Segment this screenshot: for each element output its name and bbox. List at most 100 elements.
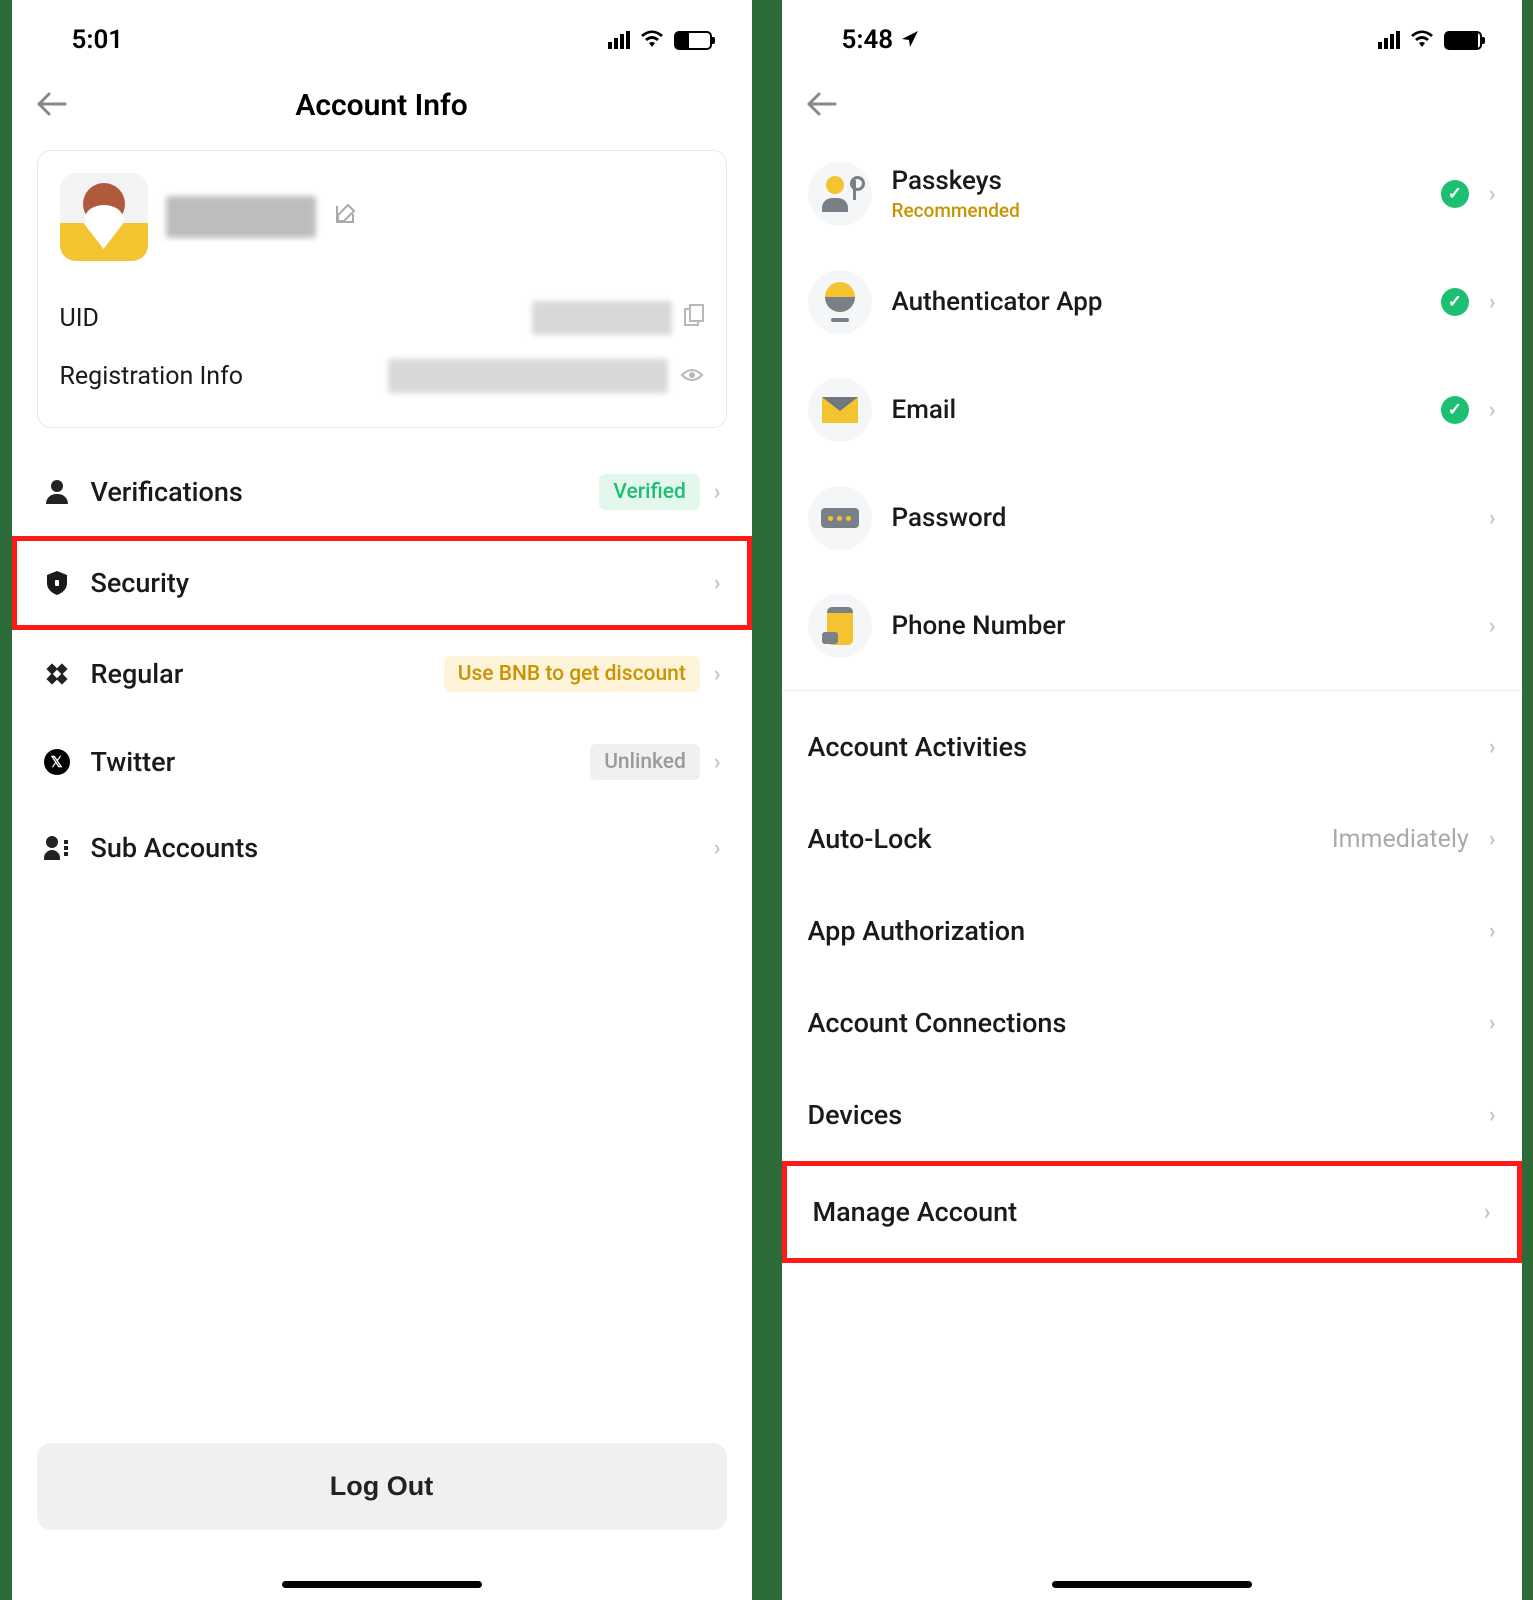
profile-card: UID Registration Info — [37, 150, 727, 428]
divider — [782, 690, 1522, 691]
back-button[interactable] — [37, 85, 67, 125]
chevron-right-icon: › — [1489, 182, 1496, 207]
back-button[interactable] — [807, 85, 837, 125]
row-twitter[interactable]: 𝕏 Twitter Unlinked › — [37, 718, 727, 806]
diamond-icon — [43, 663, 71, 685]
avatar[interactable] — [60, 173, 148, 261]
row-label: Account Activities — [808, 731, 1469, 763]
chevron-right-icon: › — [1489, 735, 1496, 760]
row-account-activities[interactable]: Account Activities › — [782, 701, 1522, 793]
highlight-manage-account: Manage Account › — [782, 1161, 1522, 1263]
authenticator-icon — [808, 270, 872, 334]
row-label: Twitter — [91, 746, 571, 778]
row-label: Devices — [808, 1099, 1469, 1131]
shield-icon — [43, 570, 71, 596]
header: Account Info — [12, 70, 752, 140]
registration-row: Registration Info — [60, 347, 704, 405]
verified-badge: Verified — [599, 474, 700, 510]
status-bar: 5:01 — [12, 0, 752, 70]
chevron-right-icon: › — [714, 836, 721, 861]
row-manage-account[interactable]: Manage Account › — [787, 1166, 1517, 1258]
check-icon: ✓ — [1441, 396, 1469, 424]
cellular-icon — [1378, 31, 1400, 49]
row-label: Security — [91, 567, 694, 599]
phone-icon — [808, 594, 872, 658]
row-auto-lock[interactable]: Auto-Lock Immediately › — [782, 793, 1522, 885]
chevron-right-icon: › — [1489, 506, 1496, 531]
cellular-icon — [608, 31, 630, 49]
header — [782, 70, 1522, 140]
chevron-right-icon: › — [714, 750, 721, 775]
mail-icon — [808, 378, 872, 442]
registration-label: Registration Info — [60, 362, 244, 391]
status-time: 5:01 — [72, 25, 124, 55]
row-passkeys[interactable]: Passkeys Recommended ✓ › — [782, 140, 1522, 248]
row-password[interactable]: Password › — [782, 464, 1522, 572]
phone-left-account-info: 5:01 Account Info UID — [12, 0, 752, 1600]
chevron-right-icon: › — [1489, 919, 1496, 944]
uid-label: UID — [60, 304, 99, 333]
row-security[interactable]: Security › — [37, 541, 727, 625]
home-indicator — [1052, 1581, 1252, 1588]
logout-button[interactable]: Log Out — [37, 1443, 727, 1530]
password-icon — [808, 486, 872, 550]
row-label: Auto-Lock — [808, 823, 1312, 855]
auto-lock-value: Immediately — [1332, 825, 1469, 854]
chevron-right-icon: › — [1489, 827, 1496, 852]
row-label: Account Connections — [808, 1007, 1469, 1039]
phone-right-security: 5:48 Passkeys Recommended ✓ — [782, 0, 1522, 1600]
security-methods-list: Passkeys Recommended ✓ › Authenticator A… — [782, 140, 1522, 1263]
row-label: App Authorization — [808, 915, 1469, 947]
passkey-icon — [808, 162, 872, 226]
eye-icon[interactable] — [680, 364, 704, 389]
status-bar: 5:48 — [782, 0, 1522, 70]
chevron-right-icon: › — [714, 571, 721, 596]
row-label: Phone Number — [892, 611, 1469, 641]
row-label: Verifications — [91, 476, 580, 508]
row-phone-number[interactable]: Phone Number › — [782, 572, 1522, 680]
status-time: 5:48 — [842, 25, 894, 55]
row-label: Email — [892, 395, 1421, 425]
row-label: Sub Accounts — [91, 832, 694, 864]
row-label: Passkeys — [892, 166, 1421, 196]
people-icon — [43, 836, 71, 860]
chevron-right-icon: › — [1489, 290, 1496, 315]
uid-value-redacted — [532, 301, 672, 335]
username-redacted — [166, 196, 316, 238]
check-icon: ✓ — [1441, 288, 1469, 316]
row-devices[interactable]: Devices › — [782, 1069, 1522, 1161]
chevron-right-icon: › — [1489, 398, 1496, 423]
row-sub-accounts[interactable]: Sub Accounts › — [37, 806, 727, 890]
row-label: Authenticator App — [892, 287, 1421, 317]
row-label: Password — [892, 503, 1469, 533]
row-account-connections[interactable]: Account Connections › — [782, 977, 1522, 1069]
page-title: Account Info — [295, 88, 467, 123]
uid-row: UID — [60, 289, 704, 347]
profile-header — [60, 173, 704, 261]
location-icon — [901, 25, 919, 55]
x-twitter-icon: 𝕏 — [43, 749, 71, 775]
highlight-security: Security › — [12, 536, 752, 630]
chevron-right-icon: › — [1489, 1103, 1496, 1128]
person-icon — [43, 480, 71, 504]
registration-value-redacted — [388, 359, 668, 393]
row-email[interactable]: Email ✓ › — [782, 356, 1522, 464]
chevron-right-icon: › — [1489, 1011, 1496, 1036]
home-indicator — [282, 1581, 482, 1588]
unlinked-badge: Unlinked — [590, 744, 700, 780]
wifi-icon — [640, 28, 664, 53]
chevron-right-icon: › — [1484, 1200, 1491, 1225]
row-verifications[interactable]: Verifications Verified › — [37, 448, 727, 536]
row-regular[interactable]: Regular Use BNB to get discount › — [37, 630, 727, 718]
account-menu-list: Verifications Verified › Security › Regu — [37, 448, 727, 890]
edit-icon[interactable] — [334, 203, 356, 231]
row-authenticator[interactable]: Authenticator App ✓ › — [782, 248, 1522, 356]
discount-badge: Use BNB to get discount — [444, 656, 700, 692]
copy-icon[interactable] — [684, 304, 704, 332]
chevron-right-icon: › — [714, 662, 721, 687]
row-app-authorization[interactable]: App Authorization › — [782, 885, 1522, 977]
row-label: Regular — [91, 658, 424, 690]
check-icon: ✓ — [1441, 180, 1469, 208]
recommended-badge: Recommended — [892, 199, 1421, 222]
chevron-right-icon: › — [1489, 614, 1496, 639]
